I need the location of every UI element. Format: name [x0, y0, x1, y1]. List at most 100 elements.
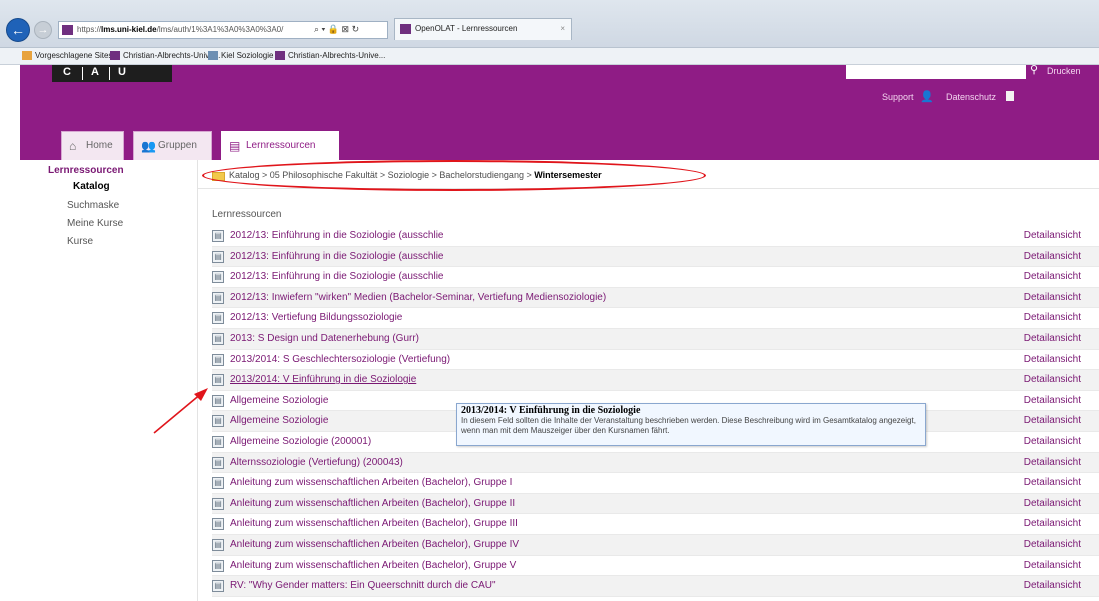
logo-divider	[109, 67, 110, 80]
document-icon[interactable]	[1006, 91, 1014, 101]
detail-view-link[interactable]: Detailansicht	[1024, 230, 1081, 241]
bookmark-label: Christian-Albrechts-Unive...	[288, 51, 386, 60]
tab-learning-resources-label: Lernressourcen	[246, 140, 316, 151]
screenshot: ← → https://lms.uni-kiel.de/lms/auth/1%3…	[0, 0, 1099, 601]
detail-view-link[interactable]: Detailansicht	[1024, 560, 1081, 571]
list-item: ▤ Anleitung zum wissenschaftlichen Arbeit…	[212, 514, 1099, 535]
detail-view-link[interactable]: Detailansicht	[1024, 312, 1081, 323]
detail-view-link[interactable]: Detailansicht	[1024, 415, 1081, 426]
forward-arrow-icon[interactable]: →	[34, 21, 52, 39]
detail-view-link[interactable]: Detailansicht	[1024, 539, 1081, 550]
bookmarks-bar: Vorgeschlagene Sites ▾ Christian-Albrecht…	[0, 48, 1099, 65]
course-title-link[interactable]: Anleitung zum wissenschaftlichen Arbeite…	[230, 477, 512, 488]
course-title-link[interactable]: Anleitung zum wissenschaftlichen Arbeite…	[230, 498, 515, 509]
course-title-link[interactable]: 2012/13: Vertiefung Bildungssoziologie	[230, 312, 402, 323]
print-link[interactable]: Drucken	[1047, 66, 1081, 76]
detail-view-link[interactable]: Detailansicht	[1024, 395, 1081, 406]
course-title-link[interactable]: Allgemeine Soziologie	[230, 415, 328, 426]
tab-groups[interactable]: 👥 Gruppen	[133, 131, 212, 160]
search-input[interactable]	[846, 65, 1026, 79]
course-tooltip: 2013/2014: V Einführung in die Soziologi…	[456, 403, 926, 446]
list-item: ▤ 2012/13: Einführung in die Soziologie (…	[212, 267, 1099, 288]
course-title-link[interactable]: Allgemeine Soziologie (200001)	[230, 436, 371, 447]
main-content: Katalog > 05 Philosophische Fakultät > S…	[198, 160, 1099, 601]
course-title-link[interactable]: 2012/13: Einführung in die Soziologie (a…	[230, 271, 443, 282]
course-title-link[interactable]: 2012/13: Einführung in die Soziologie (a…	[230, 230, 443, 241]
course-title-link[interactable]: Anleitung zum wissenschaftlichen Arbeite…	[230, 518, 518, 529]
search-icon[interactable]: ⚲	[1030, 63, 1038, 76]
tooltip-title: 2013/2014: V Einführung in die Soziologi…	[461, 405, 641, 416]
logo-letter-c: C	[63, 66, 71, 78]
detail-view-link[interactable]: Detailansicht	[1024, 251, 1081, 262]
bookmark-label: Kiel Soziologie	[221, 51, 274, 60]
tab-home-label: Home	[86, 140, 113, 151]
course-icon: ▤	[212, 456, 224, 469]
course-title-link[interactable]: Alternssoziologie (Vertiefung) (200043)	[230, 457, 403, 468]
course-icon: ▤	[212, 394, 224, 407]
detail-view-link[interactable]: Detailansicht	[1024, 374, 1081, 385]
bookmark-item[interactable]: Christian-Albrechts-Unive...	[275, 48, 385, 64]
privacy-link[interactable]: Datenschutz	[946, 92, 996, 102]
course-title-link[interactable]: Anleitung zum wissenschaftlichen Arbeite…	[230, 560, 516, 571]
back-arrow-icon[interactable]: ←	[6, 18, 30, 42]
page-margin	[0, 65, 20, 601]
browser-tab[interactable]: OpenOLAT - Lernressourcen ×	[394, 18, 572, 40]
list-item: ▤ 2013: S Design und Datenerhebung (Gurr)…	[212, 328, 1099, 350]
bookmark-icon	[22, 51, 32, 60]
sidebar: Lernressourcen Katalog Suchmaske Meine K…	[20, 160, 198, 601]
cau-logo[interactable]: C A U	[52, 65, 172, 82]
course-title-link[interactable]: Allgemeine Soziologie	[230, 395, 328, 406]
course-icon: ▤	[212, 435, 224, 448]
tab-learning-resources[interactable]: ▤ Lernressourcen	[221, 131, 339, 160]
course-title-link[interactable]: 2013/2014: V Einführung in die Soziologi…	[230, 374, 416, 385]
bookmark-icon	[275, 51, 285, 60]
course-icon: ▤	[212, 415, 224, 428]
detail-view-link[interactable]: Detailansicht	[1024, 271, 1081, 282]
detail-view-link[interactable]: Detailansicht	[1024, 518, 1081, 529]
list-item: ▤ 2012/13: Einführung in die Soziologie (…	[212, 246, 1099, 268]
course-title-link[interactable]: 2013: S Design und Datenerhebung (Gurr)	[230, 333, 419, 344]
list-item: ▤ Anleitung zum wissenschaftlichen Arbeit…	[212, 493, 1099, 515]
home-icon: ⌂	[69, 139, 77, 153]
list-item: ▤ 2013/2014: V Einführung in die Soziolog…	[212, 370, 1099, 391]
tab-home[interactable]: ⌂ Home	[61, 131, 124, 160]
course-title-link[interactable]: 2012/13: Inwiefern "wirken" Medien (Bach…	[230, 292, 606, 303]
detail-view-link[interactable]: Detailansicht	[1024, 354, 1081, 365]
support-person-icon[interactable]: 👤	[920, 90, 934, 103]
sidebar-item-my-courses[interactable]: Meine Kurse	[67, 218, 123, 229]
bookmark-item[interactable]: Vorgeschlagene Sites ▾	[22, 48, 119, 64]
course-title-link[interactable]: Anleitung zum wissenschaftlichen Arbeite…	[230, 539, 519, 550]
detail-view-link[interactable]: Detailansicht	[1024, 498, 1081, 509]
sidebar-item-courses[interactable]: Kurse	[67, 236, 93, 247]
arrow-shaft	[153, 392, 203, 434]
support-link[interactable]: Support	[882, 92, 914, 102]
logo-letter-a: A	[91, 66, 99, 78]
arrow-head	[194, 388, 208, 401]
address-controls-icons[interactable]: ⌕ ▾ 🔒 ⊠ ↻	[314, 21, 359, 37]
detail-view-link[interactable]: Detailansicht	[1024, 292, 1081, 303]
browser-toolbar: ← → https://lms.uni-kiel.de/lms/auth/1%3…	[0, 0, 1099, 48]
detail-view-link[interactable]: Detailansicht	[1024, 580, 1081, 591]
tab-groups-label: Gruppen	[158, 140, 197, 151]
bookmark-item[interactable]: Christian-Albrechts-Unive...	[110, 48, 220, 64]
course-icon: ▤	[212, 559, 224, 572]
tab-close-icon[interactable]: ×	[560, 19, 565, 39]
sidebar-item-search-mask[interactable]: Suchmaske	[67, 200, 119, 211]
course-title-link[interactable]: 2012/13: Einführung in die Soziologie (a…	[230, 251, 443, 262]
detail-view-link[interactable]: Detailansicht	[1024, 477, 1081, 488]
annotation-ellipse	[202, 160, 706, 191]
course-title-link[interactable]: 2013/2014: S Geschlechtersoziologie (Ver…	[230, 354, 450, 365]
bookmark-label: Vorgeschlagene Sites ▾	[35, 51, 119, 60]
course-icon: ▤	[212, 477, 224, 490]
course-icon: ▤	[212, 312, 224, 325]
bookmark-item[interactable]: Kiel Soziologie	[208, 48, 273, 64]
course-icon: ▤	[212, 580, 224, 593]
detail-view-link[interactable]: Detailansicht	[1024, 436, 1081, 447]
detail-view-link[interactable]: Detailansicht	[1024, 457, 1081, 468]
url-path: /lms/auth/1%3A1%3A0%3A0%3A0/	[156, 25, 284, 34]
list-item: ▤ 2012/13: Vertiefung Bildungssoziologie D…	[212, 308, 1099, 329]
sidebar-title[interactable]: Lernressourcen	[48, 165, 124, 176]
course-title-link[interactable]: RV: "Why Gender matters: Ein Queerschnit…	[230, 580, 496, 591]
detail-view-link[interactable]: Detailansicht	[1024, 333, 1081, 344]
sidebar-item-catalog[interactable]: Katalog	[73, 181, 110, 192]
